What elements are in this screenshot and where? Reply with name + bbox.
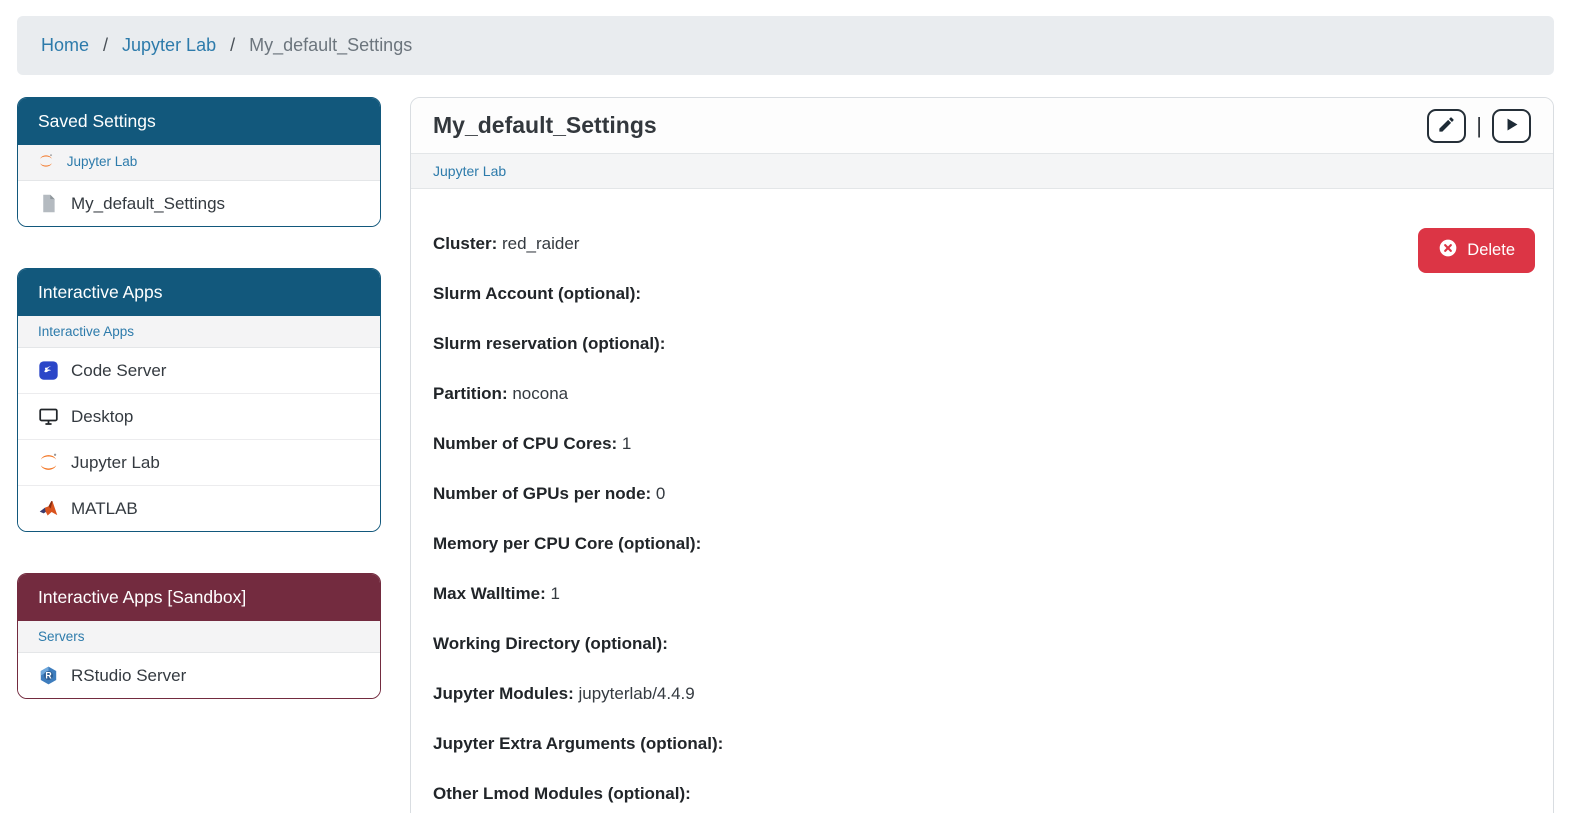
delete-button[interactable]: Delete	[1418, 228, 1535, 273]
sidebar-item-code-server[interactable]: Code Server	[18, 348, 380, 394]
field-partition: Partition: nocona	[433, 384, 569, 403]
desktop-icon	[38, 406, 59, 427]
card-title-row: My_default_Settings |	[411, 98, 1553, 153]
breadcrumb-jupyterlab-link[interactable]: Jupyter Lab	[122, 35, 216, 56]
breadcrumb-separator: /	[230, 35, 236, 55]
field-max-walltime: Max Walltime: 1	[433, 584, 560, 603]
saved-settings-app-row[interactable]: Jupyter Lab	[18, 145, 380, 181]
field-cluster: Cluster: red_raider	[433, 234, 580, 253]
card-app-link[interactable]: Jupyter Lab	[433, 163, 506, 179]
field-gpus-per-node: Number of GPUs per node: 0	[433, 484, 666, 503]
breadcrumb: Home / Jupyter Lab / My_default_Settings	[17, 16, 1554, 75]
rstudio-icon: R	[38, 665, 59, 686]
field-jupyter-extra-args: Jupyter Extra Arguments (optional):	[433, 734, 724, 753]
action-separator: |	[1476, 112, 1482, 138]
saved-setting-label: My_default_Settings	[71, 193, 226, 213]
app-item-label: Desktop	[71, 406, 134, 426]
app-item-label: MATLAB	[71, 498, 138, 518]
title-actions: |	[1427, 108, 1531, 143]
breadcrumb-home-link[interactable]: Home	[41, 35, 89, 56]
sandbox-apps-header: Interactive Apps [Sandbox]	[18, 574, 380, 621]
page-title: My_default_Settings	[433, 112, 657, 138]
jupyter-icon	[38, 452, 59, 473]
code-server-icon	[38, 360, 59, 381]
app-item-label: RStudio Server	[71, 665, 187, 685]
file-icon	[38, 193, 59, 214]
sidebar-item-desktop[interactable]: Desktop	[18, 394, 380, 440]
sidebar-item-jupyter-lab[interactable]: Jupyter Lab	[18, 440, 380, 486]
app-item-label: Code Server	[71, 360, 167, 380]
sidebar-item-rstudio-server[interactable]: R RStudio Server	[18, 653, 380, 698]
sidebar: Saved Settings Jupyter Lab My_default_Se…	[17, 97, 381, 740]
field-slurm-account: Slurm Account (optional):	[433, 284, 642, 303]
matlab-icon	[38, 498, 59, 519]
interactive-apps-panel: Interactive Apps Interactive Apps Code S…	[17, 268, 381, 532]
breadcrumb-current: My_default_Settings	[249, 35, 413, 55]
play-icon	[1502, 115, 1521, 137]
saved-settings-panel: Saved Settings Jupyter Lab My_default_Se…	[17, 97, 381, 227]
field-cpu-cores: Number of CPU Cores: 1	[433, 434, 632, 453]
interactive-apps-header: Interactive Apps	[18, 269, 380, 316]
field-working-directory: Working Directory (optional):	[433, 634, 668, 653]
edit-button[interactable]	[1427, 108, 1467, 143]
delete-button-label: Delete	[1467, 241, 1515, 259]
main-content: My_default_Settings | Jupyter Lab Delete…	[410, 97, 1554, 813]
sandbox-apps-panel: Interactive Apps [Sandbox] Servers R RSt…	[17, 573, 381, 699]
interactive-apps-subheader-row[interactable]: Interactive Apps	[18, 316, 380, 348]
circle-x-icon	[1438, 238, 1458, 263]
svg-text:R: R	[45, 671, 52, 681]
interactive-apps-subheader-link[interactable]: Interactive Apps	[38, 324, 134, 339]
sandbox-subheader-row[interactable]: Servers	[18, 621, 380, 653]
field-memory-per-core: Memory per CPU Core (optional):	[433, 534, 702, 553]
saved-settings-app-link[interactable]: Jupyter Lab	[67, 154, 138, 169]
settings-card: My_default_Settings | Jupyter Lab Delete…	[410, 97, 1554, 813]
field-other-lmod-modules: Other Lmod Modules (optional):	[433, 784, 691, 803]
breadcrumb-separator: /	[103, 35, 109, 55]
jupyter-icon	[38, 153, 54, 172]
card-body: Delete Cluster: red_raider Slurm Account…	[411, 189, 1553, 813]
sandbox-subheader-link[interactable]: Servers	[38, 629, 85, 644]
saved-setting-item[interactable]: My_default_Settings	[18, 181, 380, 226]
app-item-label: Jupyter Lab	[71, 452, 160, 472]
launch-button[interactable]	[1492, 108, 1531, 143]
field-slurm-reservation: Slurm reservation (optional):	[433, 334, 666, 353]
card-app-row: Jupyter Lab	[411, 153, 1553, 189]
saved-settings-header: Saved Settings	[18, 98, 380, 145]
field-jupyter-modules: Jupyter Modules: jupyterlab/4.4.9	[433, 684, 695, 703]
pencil-icon	[1437, 115, 1456, 137]
sidebar-item-matlab[interactable]: MATLAB	[18, 486, 380, 531]
